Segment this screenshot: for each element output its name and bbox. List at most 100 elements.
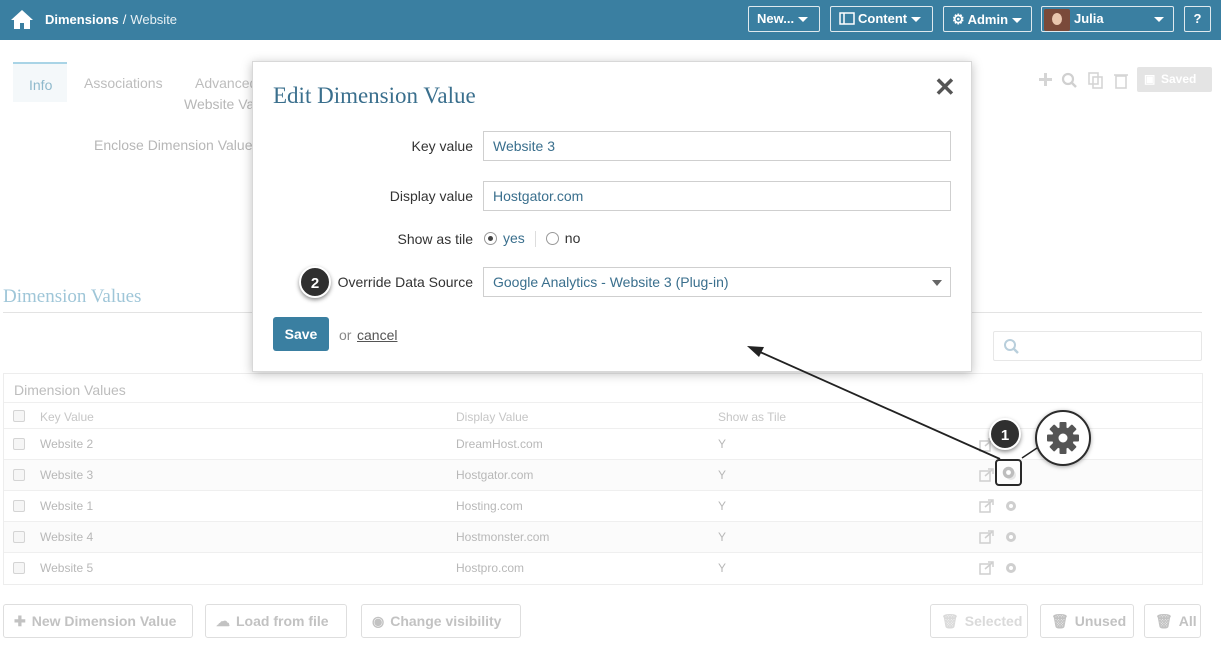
column-header-display[interactable]: Display Value [456, 410, 528, 424]
table-row[interactable]: Website 5 Hostpro.com Y [4, 552, 1202, 583]
row-show-as-tile: Y [718, 499, 727, 513]
tile-yes-label[interactable]: yes [503, 230, 525, 246]
override-data-source-label: Override Data Source [337, 274, 473, 290]
delete-all-label: All [1178, 613, 1197, 629]
breadcrumb: Dimensions / Website [45, 12, 177, 27]
tile-no-radio[interactable] [545, 232, 559, 245]
key-value-label: Key value [411, 138, 473, 154]
row-actions [979, 530, 1016, 544]
override-data-source-select[interactable]: Google Analytics - Website 3 (Plug-in) [483, 267, 951, 297]
step-badge-1: 1 [989, 418, 1021, 450]
step-badge-2: 2 [299, 266, 331, 298]
delete-all-button[interactable]: 🗑 All [1144, 604, 1201, 638]
trash-icon: 🗑 [941, 613, 959, 629]
row-checkbox[interactable] [13, 438, 25, 450]
cancel-link[interactable]: cancel [357, 327, 397, 343]
user-menu-button[interactable]: Julia [1041, 6, 1174, 32]
row-key-value: Website 3 [40, 468, 94, 482]
page-toolbar-icons [1039, 72, 1128, 89]
select-all-checkbox[interactable] [13, 410, 25, 422]
edit-dimension-value-dialog: Edit Dimension Value ✕ Key value Website… [252, 61, 972, 372]
close-icon[interactable]: ✕ [934, 74, 956, 100]
delete-selected-button[interactable]: 🗑 Selected [930, 604, 1028, 638]
column-header-tile[interactable]: Show as Tile [718, 410, 786, 424]
add-icon: ✚ [14, 613, 26, 629]
tab-associations[interactable]: Associations [68, 62, 178, 102]
show-as-tile-label: Show as tile [397, 231, 473, 247]
delete-unused-button[interactable]: 🗑 Unused [1040, 604, 1134, 638]
new-dimension-value-label: New Dimension Value [31, 613, 177, 629]
table-row[interactable]: Website 3 Hostgator.com Y [4, 459, 1202, 490]
row-key-value: Website 1 [40, 499, 94, 513]
row-display-value: Hosting.com [456, 499, 523, 513]
tile-no-label[interactable]: no [565, 230, 581, 246]
grid-caption: Dimension Values [14, 382, 126, 398]
new-dimension-value-button[interactable]: ✚ New Dimension Value [3, 604, 193, 638]
display-value-field[interactable]: Hostgator.com [483, 181, 951, 211]
key-value-field[interactable]: Website 3 [483, 131, 951, 161]
row-checkbox[interactable] [13, 469, 25, 481]
or-text: or [339, 327, 352, 343]
show-as-tile-radio-group: yes no [484, 230, 580, 250]
load-from-file-button[interactable]: ☁ Load from file [205, 604, 347, 638]
tab-info[interactable]: Info [13, 62, 67, 102]
row-checkbox[interactable] [13, 500, 25, 512]
gear-icon [1002, 466, 1015, 479]
trash-icon [1114, 74, 1128, 89]
gear-icon [1006, 532, 1016, 542]
gear-icon: ⚙ [952, 11, 965, 27]
row-key-value: Website 4 [40, 530, 94, 544]
section-title: Dimension Values [3, 286, 142, 307]
search-icon [1061, 72, 1077, 88]
chevron-down-icon [1012, 18, 1023, 24]
change-visibility-label: Change visibility [390, 613, 502, 629]
row-checkbox[interactable] [13, 562, 25, 574]
admin-menu-button[interactable]: ⚙ Admin [943, 6, 1032, 32]
dimension-values-grid: Dimension Values Key Value Display Value… [3, 373, 1203, 585]
chevron-down-icon [911, 17, 922, 23]
table-row[interactable]: Website 2 DreamHost.com Y [4, 428, 1202, 459]
change-visibility-button[interactable]: ◉ Change visibility [361, 604, 521, 638]
column-header-key[interactable]: Key Value [40, 410, 94, 424]
user-name: Julia [1074, 11, 1104, 26]
new-menu-button[interactable]: New... [748, 6, 820, 32]
content-menu-label: Content [858, 11, 908, 26]
saved-button[interactable]: ▣ Saved [1137, 67, 1212, 92]
chevron-down-icon [798, 17, 809, 23]
row-show-as-tile: Y [718, 468, 727, 482]
breadcrumb-root[interactable]: Dimensions [45, 12, 119, 27]
content-folder-icon [839, 12, 855, 25]
row-display-value: Hostgator.com [456, 468, 534, 482]
row-display-value: Hostpro.com [456, 561, 525, 575]
breadcrumb-separator: / [122, 12, 127, 27]
content-menu-button[interactable]: Content [830, 6, 933, 32]
top-navigation-bar: Dimensions / Website New... Content ⚙ Admin… [0, 0, 1221, 40]
gear-highlight-box [995, 459, 1022, 486]
enclose-dimension-label: Enclose Dimension Value [94, 137, 253, 153]
radio-divider [534, 231, 536, 248]
table-row[interactable]: Website 1 Hosting.com Y [4, 490, 1202, 521]
row-checkbox[interactable] [13, 531, 25, 543]
row-show-as-tile: Y [718, 561, 727, 575]
admin-menu-label: Admin [967, 12, 1009, 27]
tile-yes-radio[interactable] [484, 232, 497, 245]
copy-icon [1088, 72, 1103, 89]
breadcrumb-current: Website [130, 12, 178, 27]
row-actions [979, 499, 1016, 513]
display-value-label: Display value [389, 188, 473, 204]
chevron-down-icon [1154, 17, 1164, 22]
help-button[interactable]: ? [1184, 6, 1211, 32]
table-row[interactable]: Website 4 Hostmonster.com Y [4, 521, 1202, 552]
grid-search-input[interactable] [993, 331, 1202, 361]
row-key-value: Website 2 [40, 437, 94, 451]
save-disk-icon: ▣ [1144, 72, 1156, 86]
grid-header-row: Key Value Display Value Show as Tile [4, 402, 1202, 428]
search-icon [1004, 339, 1019, 354]
avatar [1044, 8, 1070, 31]
home-icon[interactable] [10, 8, 34, 30]
delete-unused-label: Unused [1074, 613, 1127, 629]
save-button[interactable]: Save [273, 317, 329, 351]
row-show-as-tile: Y [718, 530, 727, 544]
share-icon [979, 468, 994, 482]
gear-icon [1006, 563, 1016, 573]
